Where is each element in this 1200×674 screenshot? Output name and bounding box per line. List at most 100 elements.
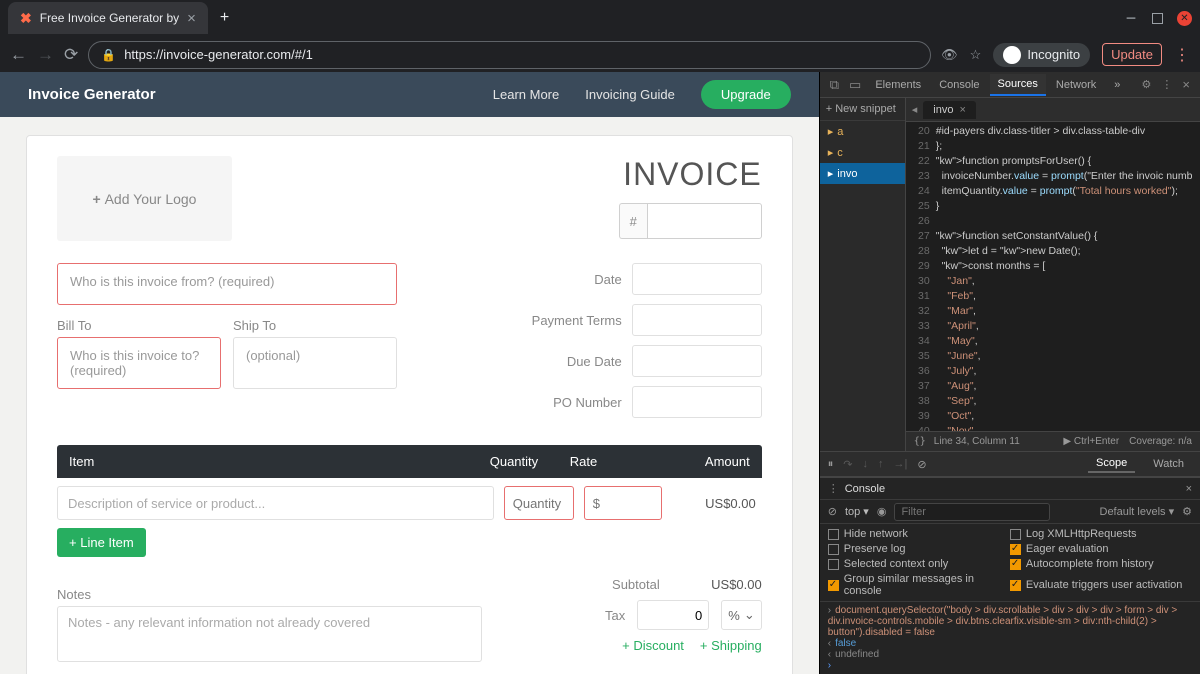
console-log: ›document.querySelector("body > div.scro… (820, 601, 1200, 674)
close-icon[interactable]: × (1178, 77, 1194, 92)
new-tab-button[interactable]: + (220, 9, 229, 27)
gear-icon[interactable]: ⚙ (1182, 505, 1192, 518)
opt-log-xhr[interactable]: Log XMLHttpRequests (1010, 528, 1192, 540)
inspect-icon[interactable]: ⧉ (826, 77, 843, 93)
run-snippet-hint[interactable]: ▶ Ctrl+Enter (1063, 436, 1119, 447)
context-selector[interactable]: top ▾ (845, 505, 869, 518)
watch-tab[interactable]: Watch (1145, 456, 1192, 472)
back-icon[interactable]: ← (10, 45, 27, 65)
snippet-c[interactable]: ▸c (820, 142, 905, 163)
incognito-icon (1003, 46, 1021, 64)
nav-invoicing-guide[interactable]: Invoicing Guide (585, 87, 675, 102)
step-into-icon[interactable]: ↓ (862, 458, 868, 470)
bookmark-icon[interactable]: ☆ (970, 47, 982, 63)
ship-to-input[interactable] (233, 337, 397, 389)
tab-console[interactable]: Console (931, 75, 987, 95)
due-date-input[interactable] (632, 345, 762, 377)
editor-tab[interactable]: invo× (923, 101, 976, 119)
from-input[interactable] (57, 263, 397, 305)
kebab-icon[interactable]: ⋮ (1174, 45, 1190, 65)
tab-elements[interactable]: Elements (867, 75, 929, 95)
opt-hide-network[interactable]: Hide network (828, 528, 1010, 540)
console-filter-input[interactable] (894, 503, 1050, 521)
item-quantity-input[interactable] (504, 486, 574, 520)
devtools-panel: ⧉ ▭ Elements Console Sources Network » ⚙… (819, 72, 1200, 674)
browser-tab[interactable]: ✖ Free Invoice Generator by × (8, 2, 208, 34)
update-button[interactable]: Update (1102, 43, 1162, 66)
bill-to-input[interactable] (57, 337, 221, 389)
date-input[interactable] (632, 263, 762, 295)
opt-preserve[interactable]: Preserve log (828, 543, 1010, 555)
close-icon[interactable]: × (1186, 483, 1192, 495)
opt-selected-ctx[interactable]: Selected context only (828, 558, 1010, 570)
eye-icon[interactable]: ◉ (877, 505, 887, 518)
logo-placeholder: Add Your Logo (93, 191, 197, 207)
console-title: Console (845, 483, 885, 495)
debugger-bar: ⏸ ↷ ↓ ↑ →| ⊘ Scope Watch (820, 451, 1200, 477)
maximize-icon[interactable] (1152, 13, 1163, 24)
incognito-label: Incognito (1027, 47, 1080, 62)
browser-tabbar: ✖ Free Invoice Generator by × + (0, 0, 1200, 36)
opt-triggers[interactable]: Evaluate triggers user activation (1010, 573, 1192, 597)
nav-learn-more[interactable]: Learn More (493, 87, 559, 102)
omnibox[interactable]: 🔒 https://invoice-generator.com/#/1 (88, 41, 931, 69)
add-discount-link[interactable]: Discount (622, 638, 684, 653)
opt-eager[interactable]: Eager evaluation (1010, 543, 1192, 555)
item-rate-input[interactable] (584, 486, 662, 520)
notes-label: Notes (57, 587, 482, 602)
deactivate-bp-icon[interactable]: ⊘ (917, 458, 926, 471)
gear-icon[interactable]: ⚙ (1138, 78, 1156, 91)
date-label: Date (512, 272, 622, 287)
tax-input[interactable] (637, 600, 709, 630)
levels-selector[interactable]: Default levels ▾ (1100, 505, 1175, 518)
device-icon[interactable]: ▭ (845, 77, 865, 93)
pause-icon[interactable]: ⏸ (828, 458, 834, 471)
terms-label: Payment Terms (512, 313, 622, 328)
opt-autocomplete[interactable]: Autocomplete from history (1010, 558, 1192, 570)
minimize-icon[interactable] (1124, 11, 1138, 25)
invoice-number-input[interactable] (647, 203, 762, 239)
step-out-icon[interactable]: ↑ (878, 458, 884, 470)
tax-unit-selector[interactable]: %⌄ (721, 600, 761, 630)
brace-icon[interactable]: {} (914, 436, 926, 447)
invoice-card: Add Your Logo INVOICE # (26, 135, 793, 674)
tab-sources[interactable]: Sources (990, 74, 1046, 96)
drawer-kebab-icon[interactable]: ⋮ (828, 482, 839, 495)
add-line-item-button[interactable]: Line Item (57, 528, 146, 557)
notes-input[interactable] (57, 606, 482, 662)
code-editor[interactable]: 20#id-payers div.class-titler > div.clas… (906, 122, 1200, 431)
po-label: PO Number (512, 395, 622, 410)
nav-left-icon[interactable]: ◂ (912, 103, 918, 116)
invoice-title: INVOICE (418, 156, 761, 193)
step-icon[interactable]: →| (893, 458, 907, 470)
forward-icon[interactable]: → (37, 45, 54, 65)
tab-overflow[interactable]: » (1106, 75, 1128, 95)
close-icon[interactable]: × (187, 10, 196, 27)
window-close-icon[interactable] (1177, 11, 1192, 26)
upgrade-button[interactable]: Upgrade (701, 80, 791, 109)
reload-icon[interactable]: ⟳ (64, 45, 78, 65)
editor-status: {} Line 34, Column 11 ▶ Ctrl+Enter Cover… (906, 431, 1200, 451)
subtotal-label: Subtotal (612, 577, 660, 592)
kebab-icon[interactable]: ⋮ (1157, 78, 1176, 91)
opt-group[interactable]: Group similar messages in console (828, 573, 1010, 597)
close-icon[interactable]: × (959, 104, 965, 116)
bill-to-label: Bill To (57, 318, 221, 333)
snippet-invo[interactable]: ▸invo (820, 163, 905, 184)
item-amount: US$0.00 (672, 496, 762, 511)
scope-tab[interactable]: Scope (1088, 455, 1135, 473)
col-item: Item (69, 454, 490, 469)
new-snippet-button[interactable]: + New snippet (820, 98, 905, 121)
step-over-icon[interactable]: ↷ (843, 458, 852, 471)
payment-terms-input[interactable] (632, 304, 762, 336)
snippet-a[interactable]: ▸a (820, 121, 905, 142)
eye-off-icon[interactable]: 👁 (941, 47, 958, 63)
tab-network[interactable]: Network (1048, 75, 1104, 95)
devtools-tabs: ⧉ ▭ Elements Console Sources Network » ⚙… (820, 72, 1200, 98)
po-number-input[interactable] (632, 386, 762, 418)
add-shipping-link[interactable]: Shipping (700, 638, 762, 653)
logo-upload[interactable]: Add Your Logo (57, 156, 232, 241)
col-amount: Amount (660, 454, 750, 469)
item-description-input[interactable] (57, 486, 494, 520)
clear-console-icon[interactable]: ⊘ (828, 505, 837, 518)
